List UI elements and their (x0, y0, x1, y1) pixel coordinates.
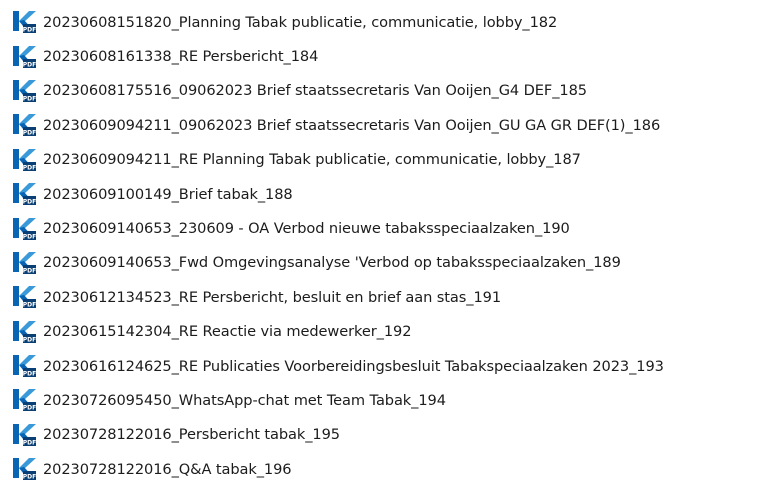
kofax-pdf-file-icon: PDF (13, 183, 36, 205)
kofax-pdf-file-icon: PDF (13, 11, 36, 33)
file-list-item[interactable]: PDF 20230608151820_Planning Tabak publica… (12, 5, 752, 39)
file-name-label: 20230609094211_09062023 Brief staatssecr… (43, 116, 661, 134)
kofax-pdf-file-icon: PDF (13, 286, 36, 309)
pdf-label: PDF (23, 405, 36, 412)
pdf-label: PDF (23, 439, 36, 446)
kofax-pdf-file-icon: PDF (13, 389, 36, 412)
pdf-label: PDF (23, 370, 36, 377)
file-list-item[interactable]: PDF 20230608175516_09062023 Brief staatss… (12, 74, 752, 108)
file-name-label: 20230726095450_WhatsApp-chat met Team Ta… (43, 391, 446, 409)
file-list-item[interactable]: PDF 20230608161338_RE Persbericht_184 (12, 39, 752, 73)
file-list-item[interactable]: PDF 20230726095450_WhatsApp-chat met Team… (12, 383, 752, 417)
pdf-label: PDF (23, 198, 36, 205)
file-list-item[interactable]: PDF 20230615142304_RE Reactie via medewer… (12, 315, 752, 349)
kofax-pdf-file-icon: PDF (13, 114, 36, 137)
kofax-pdf-file-icon: PDF (13, 148, 36, 171)
file-name-label: 20230609094211_RE Planning Tabak publica… (43, 151, 581, 169)
file-name-label: 20230609100149_Brief tabak_188 (43, 185, 293, 203)
kofax-pdf-file-icon: PDF (13, 458, 36, 481)
kofax-pdf-file-icon: PDF (13, 320, 36, 343)
pdf-label: PDF (23, 302, 36, 309)
file-list-item[interactable]: PDF 20230616124625_RE Publicaties Voorber… (12, 349, 752, 383)
file-list: PDF 20230608151820_Planning Tabak publica… (12, 5, 752, 486)
pdf-label: PDF (23, 267, 36, 274)
kofax-pdf-file-icon: PDF (13, 79, 36, 102)
kofax-pdf-file-icon: PDF (13, 251, 36, 274)
file-name-label: 20230608151820_Planning Tabak publicatie… (43, 13, 558, 31)
file-list-item[interactable]: PDF 20230609094211_09062023 Brief staatss… (12, 108, 752, 142)
file-name-label: 20230609140653_230609 - OA Verbod nieuwe… (43, 220, 570, 238)
file-name-label: 20230728122016_Q&A tabak_196 (43, 460, 292, 478)
file-name-label: 20230608161338_RE Persbericht_184 (43, 48, 319, 66)
file-list-item[interactable]: PDF 20230609100149_Brief tabak_188 (12, 177, 752, 211)
pdf-label: PDF (23, 61, 36, 68)
file-name-label: 20230609140653_Fwd Omgevingsanalyse 'Ver… (43, 254, 621, 272)
file-name-label: 20230612134523_RE Persbericht, besluit e… (43, 288, 502, 306)
kofax-pdf-file-icon: PDF (13, 45, 36, 68)
pdf-label: PDF (23, 336, 36, 343)
pdf-label: PDF (23, 130, 36, 137)
file-list-item[interactable]: PDF 20230609094211_RE Planning Tabak publ… (12, 143, 752, 177)
kofax-pdf-file-icon: PDF (13, 355, 36, 377)
kofax-pdf-file-icon: PDF (13, 217, 36, 240)
file-list-item[interactable]: PDF 20230612134523_RE Persbericht, beslui… (12, 280, 752, 314)
file-list-item[interactable]: PDF 20230609140653_Fwd Omgevingsanalyse '… (12, 246, 752, 280)
file-list-item[interactable]: PDF 20230609140653_230609 - OA Verbod nie… (12, 211, 752, 245)
pdf-label: PDF (23, 164, 36, 171)
pdf-label: PDF (23, 26, 36, 33)
pdf-label: PDF (23, 95, 36, 102)
pdf-label: PDF (23, 233, 36, 240)
file-name-label: 20230728122016_Persbericht tabak_195 (43, 426, 340, 444)
file-name-label: 20230615142304_RE Reactie via medewerker… (43, 323, 412, 341)
file-list-item[interactable]: PDF 20230728122016_Persbericht tabak_195 (12, 418, 752, 452)
pdf-label: PDF (23, 474, 36, 481)
file-name-label: 20230616124625_RE Publicaties Voorbereid… (43, 357, 664, 375)
file-name-label: 20230608175516_09062023 Brief staatssecr… (43, 82, 587, 100)
file-list-item[interactable]: PDF 20230728122016_Q&A tabak_196 (12, 452, 752, 486)
kofax-pdf-file-icon: PDF (13, 423, 36, 446)
